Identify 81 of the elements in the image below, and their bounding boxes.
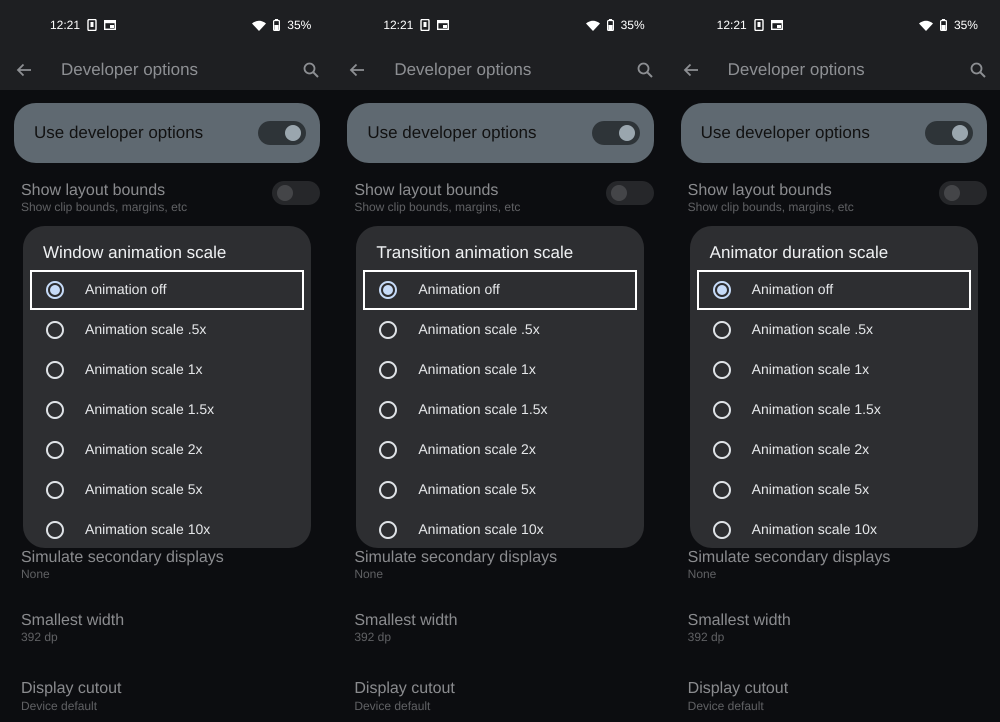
radio-option[interactable]: Animation scale 10x: [363, 510, 638, 550]
radio-option[interactable]: Animation scale 1.5x: [696, 390, 971, 430]
radio-option[interactable]: Animation scale 1x: [363, 350, 638, 390]
setting-title: Smallest width: [21, 610, 124, 630]
setting-title: Simulate secondary displays: [21, 548, 224, 567]
toggle-switch[interactable]: [272, 181, 320, 205]
radio-option[interactable]: Animation scale 2x: [696, 430, 971, 470]
radio-option[interactable]: Animation scale 5x: [30, 470, 304, 510]
radio-option[interactable]: Animation scale .5x: [30, 310, 304, 350]
back-icon[interactable]: [16, 63, 32, 77]
setting-title: Display cutout: [21, 679, 122, 699]
search-icon[interactable]: [303, 62, 320, 78]
clock: 12:21: [50, 17, 80, 34]
search-icon[interactable]: [636, 62, 653, 78]
page-title: Developer options: [394, 59, 532, 82]
setting-subtitle: Show clip bounds, margins, etc: [21, 200, 188, 216]
page-title: Developer options: [61, 59, 200, 82]
window-icon: [104, 20, 116, 30]
radio-option[interactable]: Animation scale 1.5x: [30, 390, 304, 430]
battery-icon: [940, 19, 947, 31]
back-icon[interactable]: [349, 63, 366, 77]
battery-icon: [606, 19, 614, 31]
wifi-icon: [586, 20, 600, 30]
wifi-icon: [252, 20, 266, 30]
switch-label: Use developer options: [367, 122, 536, 144]
page-title: Developer options: [728, 59, 866, 82]
battery-percent: 35%: [620, 17, 645, 34]
setting-subtitle: 392 dp: [354, 630, 392, 646]
radio-option[interactable]: Animation scale 2x: [30, 430, 304, 470]
setting-subtitle: 392 dp: [688, 630, 726, 646]
radio-option[interactable]: Animation off: [363, 270, 638, 310]
radio-option[interactable]: Animation scale 1.5x: [363, 390, 638, 430]
setting-title: Show layout bounds: [354, 181, 500, 200]
radio-option[interactable]: Animation scale 5x: [696, 470, 971, 510]
radio-option[interactable]: Animation scale 5x: [363, 470, 638, 510]
radio-option[interactable]: Animation scale 1x: [696, 350, 971, 390]
back-icon[interactable]: [682, 63, 699, 77]
radio-option[interactable]: Animation scale 10x: [30, 510, 304, 550]
wifi-icon: [918, 20, 933, 30]
toggle-switch[interactable]: [938, 181, 987, 205]
setting-subtitle: Show clip bounds, margins, etc: [688, 200, 854, 216]
toggle-switch[interactable]: [258, 121, 306, 145]
setting-title: Smallest width: [354, 610, 458, 630]
setting-title: Simulate secondary displays: [688, 548, 890, 567]
radio-option[interactable]: Animation scale 1x: [30, 350, 304, 390]
radio-option[interactable]: Animation scale 10x: [696, 510, 971, 550]
setting-title: Display cutout: [688, 679, 788, 699]
dialog-title: Animator duration scale: [708, 242, 890, 264]
setting-subtitle: None: [354, 566, 384, 583]
switch-label: Use developer options: [700, 122, 870, 144]
setting-subtitle: None: [21, 566, 51, 583]
radio-option[interactable]: Animation off: [30, 270, 304, 310]
window-icon: [770, 20, 783, 30]
setting-subtitle: Device default: [688, 698, 765, 714]
battery-icon: [273, 19, 280, 31]
toggle-switch[interactable]: [606, 181, 654, 205]
setting-title: Display cutout: [354, 679, 455, 699]
setting-title: Show layout bounds: [688, 181, 833, 200]
radio-option[interactable]: Animation scale .5x: [696, 310, 971, 350]
clock: 12:21: [383, 17, 414, 34]
dialog-title: Window animation scale: [42, 242, 228, 264]
switch-label: Use developer options: [34, 122, 204, 144]
setting-subtitle: Device default: [354, 698, 432, 714]
setting-subtitle: Show clip bounds, margins, etc: [354, 200, 520, 216]
clock: 12:21: [716, 17, 747, 34]
radio-option[interactable]: Animation scale .5x: [363, 310, 638, 350]
battery-percent: 35%: [287, 17, 312, 34]
setting-subtitle: Device default: [21, 698, 98, 714]
radio-option[interactable]: Animation scale 2x: [363, 430, 638, 470]
battery-percent: 35%: [954, 17, 978, 34]
window-icon: [437, 20, 450, 30]
setting-subtitle: None: [688, 566, 718, 583]
setting-title: Simulate secondary displays: [354, 548, 558, 567]
setting-title: Show layout bounds: [21, 181, 166, 200]
toggle-switch[interactable]: [924, 121, 973, 145]
dialog-title: Transition animation scale: [375, 242, 574, 264]
search-icon[interactable]: [970, 62, 986, 78]
setting-title: Smallest width: [688, 610, 791, 630]
toggle-switch[interactable]: [592, 121, 640, 145]
radio-option[interactable]: Animation off: [696, 270, 971, 310]
setting-subtitle: 392 dp: [21, 630, 59, 646]
